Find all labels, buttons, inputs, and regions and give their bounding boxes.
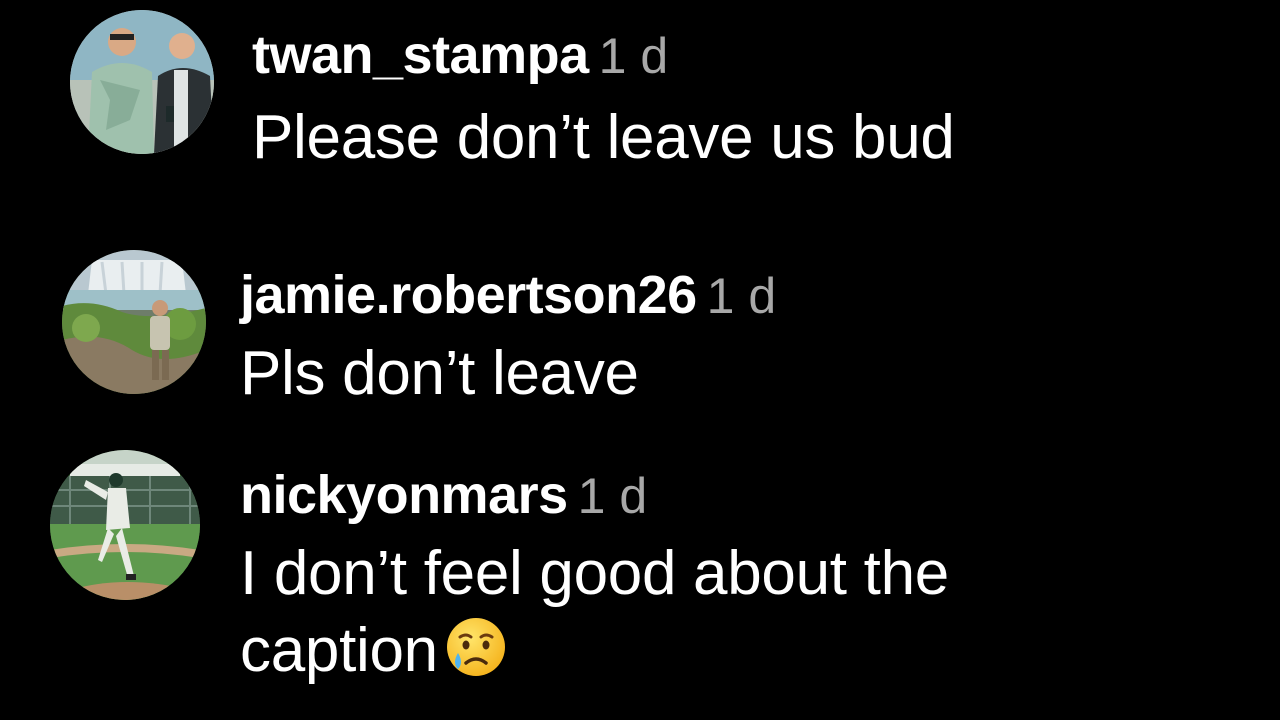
- comment-text: Please don’t leave us bud: [252, 103, 955, 172]
- user-avatar[interactable]: [50, 450, 200, 600]
- comment-text: I don’t feel good about the caption: [240, 536, 949, 698]
- comment-header: nickyonmars 1 d: [240, 468, 949, 522]
- avatar-two-men-photo: [70, 10, 214, 154]
- comment-header: jamie.robertson26 1 d: [240, 268, 776, 322]
- comment-text: Pls don’t leave: [240, 339, 639, 408]
- timestamp: 1 d: [598, 28, 669, 84]
- comment-text-word: caption: [240, 615, 438, 685]
- username[interactable]: nickyonmars: [240, 465, 568, 525]
- username[interactable]: jamie.robertson26: [240, 265, 697, 325]
- comment-header: twan_stampa 1 d: [252, 28, 955, 82]
- timestamp: 1 d: [706, 268, 777, 324]
- comment-text-line: I don’t feel good about the: [240, 539, 949, 608]
- comment-text-line: caption: [240, 613, 949, 698]
- crying-face-emoji-icon: [444, 615, 508, 698]
- timestamp: 1 d: [577, 468, 648, 524]
- user-avatar[interactable]: [70, 10, 214, 154]
- user-avatar[interactable]: [62, 250, 206, 394]
- avatar-waterfall-photo: [62, 250, 206, 394]
- username[interactable]: twan_stampa: [252, 25, 589, 85]
- avatar-baseball-pitcher-photo: [50, 450, 200, 600]
